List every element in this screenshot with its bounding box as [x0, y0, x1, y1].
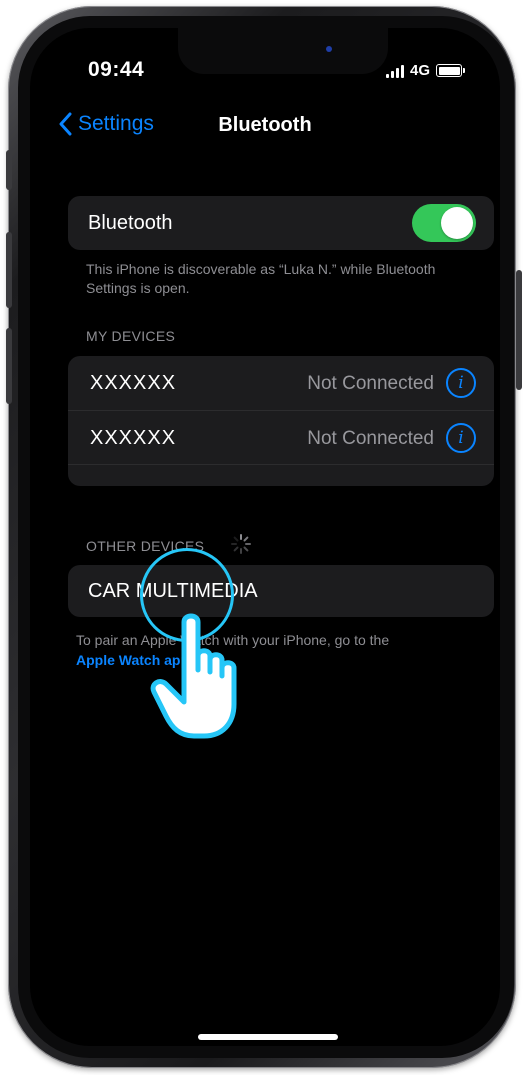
- discoverable-footnote: This iPhone is discoverable as “Luka N.”…: [86, 261, 436, 296]
- home-indicator[interactable]: [198, 1034, 338, 1040]
- bluetooth-toggle[interactable]: [412, 204, 476, 242]
- mute-switch: [6, 150, 12, 190]
- bluetooth-row: Bluetooth: [68, 196, 494, 250]
- spinner-icon: [231, 534, 251, 554]
- info-icon[interactable]: i: [446, 423, 476, 453]
- my-devices-list: XXXXXX Not Connected i XXXXXX Not Connec…: [68, 356, 494, 486]
- volume-down-button: [6, 328, 12, 404]
- status-time: 09:44: [88, 58, 145, 81]
- signal-icon: [385, 64, 404, 78]
- network-type: 4G: [409, 62, 430, 79]
- device-row[interactable]: XXXXXX Not Connected i: [68, 356, 494, 410]
- device-status: Not Connected: [307, 428, 434, 449]
- my-devices-header: MY DEVICES: [86, 328, 176, 344]
- device-name: XXXXXX: [90, 372, 177, 394]
- power-button: [516, 270, 522, 390]
- bluetooth-label: Bluetooth: [88, 212, 173, 234]
- tap-hand-icon: [150, 613, 237, 739]
- device-status: Not Connected: [307, 373, 434, 394]
- pair-watch-note: To pair an Apple Watch with your iPhone,…: [76, 630, 496, 670]
- battery-icon: [436, 64, 465, 77]
- row-divider: [68, 464, 494, 465]
- notch: [178, 28, 388, 74]
- status-indicators: 4G: [385, 62, 465, 79]
- camera: [326, 46, 332, 52]
- toggle-knob: [441, 207, 473, 239]
- device-row[interactable]: XXXXXX Not Connected i: [68, 410, 494, 465]
- screen: 09:44 4G Settings Bluetooth Bluetooth Th…: [30, 28, 500, 1046]
- volume-up-button: [6, 232, 12, 308]
- info-icon[interactable]: i: [446, 368, 476, 398]
- other-device-row[interactable]: CAR MULTIMEDIA: [68, 565, 494, 617]
- page-title: Bluetooth: [218, 114, 312, 136]
- device-name: XXXXXX: [90, 427, 177, 449]
